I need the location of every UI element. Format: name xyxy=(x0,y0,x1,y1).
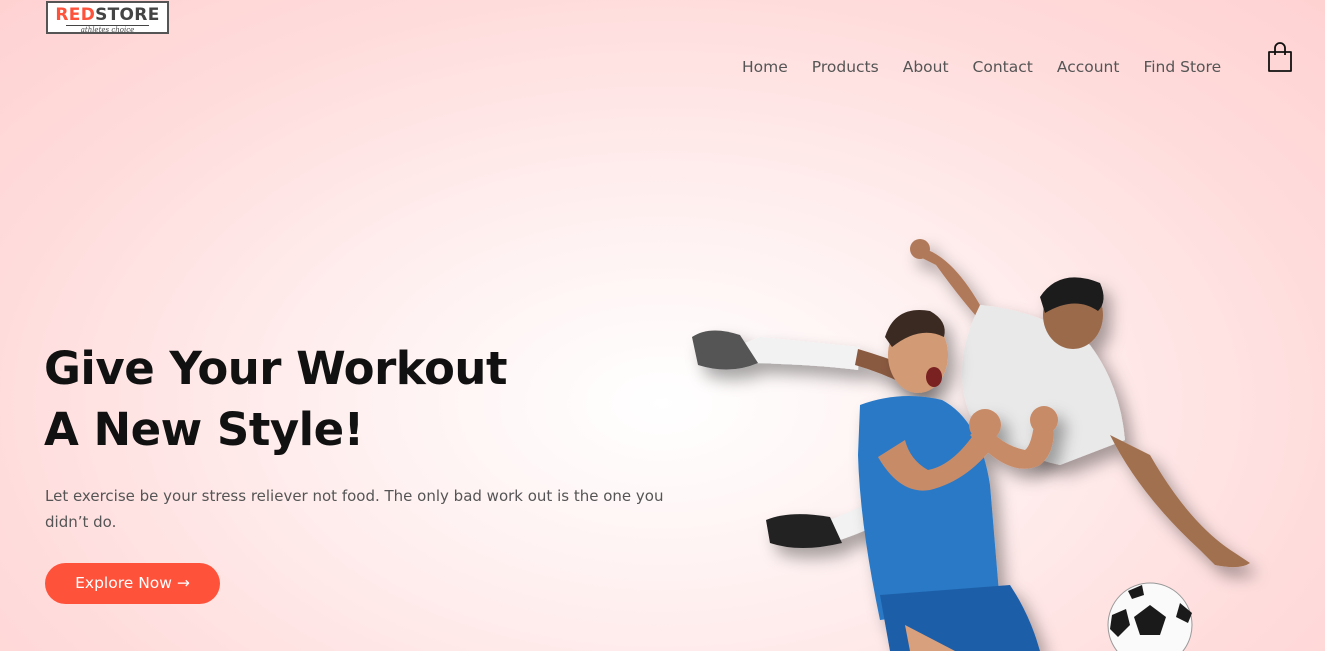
nav-about[interactable]: About xyxy=(903,58,949,76)
logo-store-text: STORE xyxy=(95,5,160,25)
hero-title-line1: Give Your Workout xyxy=(44,342,507,395)
logo-tagline: athletes choice xyxy=(66,25,149,34)
logo-red-text: RED xyxy=(55,5,96,25)
hero-title-line2: A New Style! xyxy=(44,403,364,456)
logo-wordmark: REDSTORE xyxy=(48,5,167,25)
main-nav: Home Products About Contact Account Find… xyxy=(742,58,1245,76)
hero-description: Let exercise be your stress reliever not… xyxy=(45,487,664,531)
nav-account[interactable]: Account xyxy=(1057,58,1120,76)
soccer-players-image xyxy=(680,225,1280,651)
nav-contact[interactable]: Contact xyxy=(973,58,1033,76)
hero-title: Give Your Workout A New Style! xyxy=(44,338,507,460)
brand-logo[interactable]: REDSTORE athletes choice xyxy=(46,1,169,34)
nav-home[interactable]: Home xyxy=(742,58,788,76)
shopping-bag-icon[interactable] xyxy=(1266,42,1294,74)
nav-products[interactable]: Products xyxy=(812,58,879,76)
nav-find-store[interactable]: Find Store xyxy=(1143,58,1221,76)
explore-now-button[interactable]: Explore Now → xyxy=(45,563,220,604)
